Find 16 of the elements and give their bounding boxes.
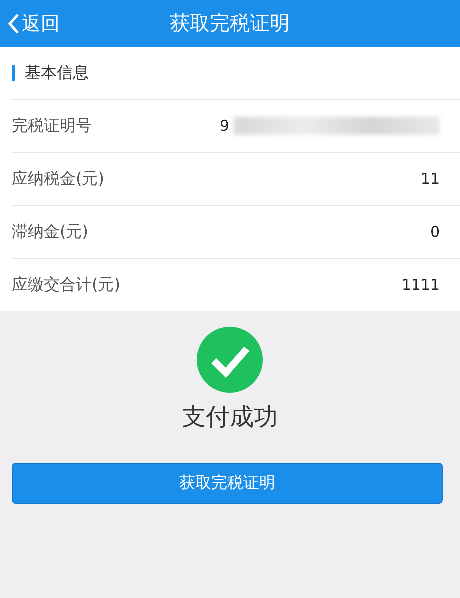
field-label: 应缴交合计(元) xyxy=(12,274,120,296)
field-label: 应纳税金(元) xyxy=(12,168,104,190)
section-marker xyxy=(12,65,15,81)
success-message: 支付成功 xyxy=(182,402,278,433)
back-button[interactable]: 返回 xyxy=(0,10,68,36)
get-certificate-button[interactable]: 获取完税证明 xyxy=(12,463,443,504)
page-title: 获取完税证明 xyxy=(170,10,290,37)
field-label: 完税证明号 xyxy=(12,116,92,136)
field-label: 滞纳金(元) xyxy=(12,222,88,242)
field-value: 9 xyxy=(220,117,230,135)
check-circle-icon xyxy=(197,327,263,393)
chevron-left-icon xyxy=(8,12,20,34)
section-title: 基本信息 xyxy=(25,62,89,84)
field-value: 0 xyxy=(430,223,440,241)
field-value: 11 xyxy=(420,170,440,188)
field-value: 1111 xyxy=(402,276,440,294)
